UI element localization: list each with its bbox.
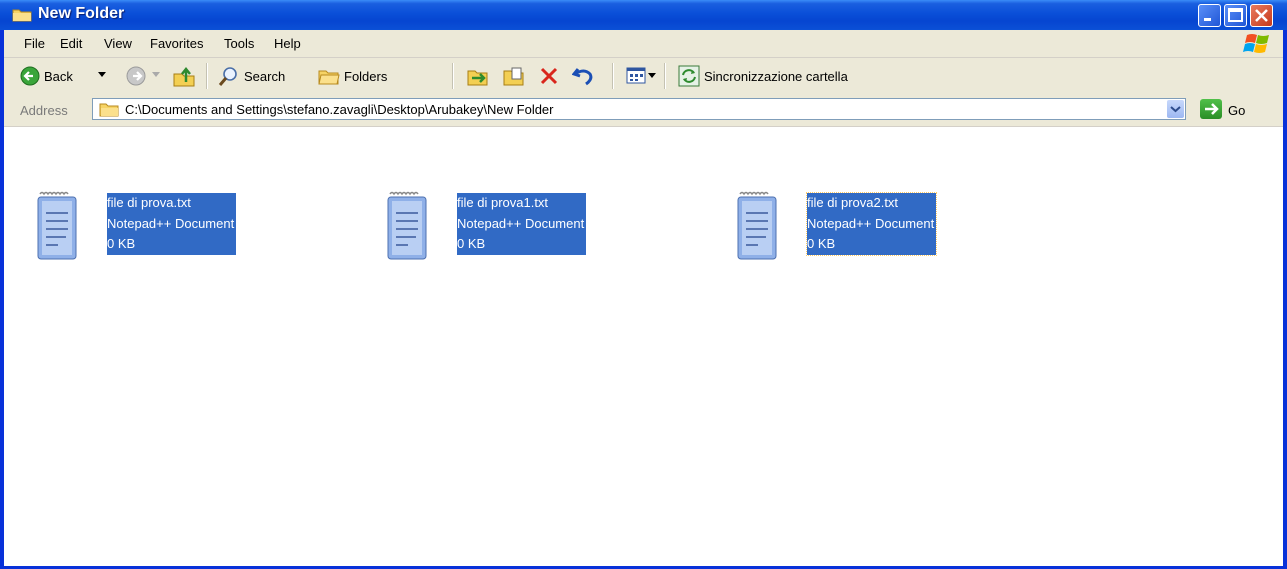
up-folder-icon[interactable] xyxy=(172,64,196,88)
toolbar: Back Search Folders Sincronizzazione car… xyxy=(4,58,1283,95)
sync-folder-icon[interactable] xyxy=(678,65,700,87)
go-arrow-icon xyxy=(1205,103,1219,115)
go-label[interactable]: Go xyxy=(1228,103,1245,118)
window-title: New Folder xyxy=(38,5,125,22)
undo-icon[interactable] xyxy=(572,65,594,87)
menu-file[interactable]: File xyxy=(24,36,45,51)
copy-to-icon[interactable] xyxy=(502,65,526,87)
views-icon[interactable] xyxy=(626,67,646,85)
chevron-down-icon xyxy=(1170,106,1181,113)
file-type: Notepad++ Document xyxy=(807,215,935,231)
folders-icon[interactable] xyxy=(318,67,340,85)
file-label[interactable]: file di prova1.txt Notepad++ Document 0 … xyxy=(457,193,587,255)
menu-help[interactable]: Help xyxy=(274,36,301,51)
file-size: 0 KB xyxy=(107,236,136,251)
explorer-window: New Folder File Edit View Favorites Tool… xyxy=(0,0,1287,569)
close-icon xyxy=(1255,9,1268,22)
file-label[interactable]: file di prova2.txt Notepad++ Document 0 … xyxy=(805,192,938,256)
menu-view[interactable]: View xyxy=(104,36,132,51)
windows-logo-icon xyxy=(1243,34,1269,53)
file-name: file di prova2.txt xyxy=(807,195,899,210)
minimize-button[interactable] xyxy=(1198,4,1221,27)
address-path[interactable]: C:\Documents and Settings\stefano.zavagl… xyxy=(125,102,554,117)
toolbar-separator xyxy=(206,63,208,89)
toolbar-separator xyxy=(452,63,454,89)
folders-button[interactable]: Folders xyxy=(344,69,387,84)
file-size: 0 KB xyxy=(807,236,836,251)
file-type: Notepad++ Document xyxy=(107,215,235,231)
search-button[interactable]: Search xyxy=(244,69,285,84)
forward-arrow-icon[interactable] xyxy=(126,66,146,86)
back-arrow-icon[interactable] xyxy=(20,66,40,86)
menu-bar: File Edit View Favorites Tools Help xyxy=(4,30,1283,58)
forward-dropdown-icon[interactable] xyxy=(152,72,160,78)
address-label: Address xyxy=(20,103,68,118)
address-bar: Address C:\Documents and Settings\stefan… xyxy=(4,94,1283,127)
menu-favorites[interactable]: Favorites xyxy=(150,36,203,51)
file-size: 0 KB xyxy=(457,236,486,251)
toolbar-separator xyxy=(664,63,666,89)
file-list-pane[interactable]: file di prova.txt Notepad++ Document 0 K… xyxy=(4,127,1283,566)
menu-edit[interactable]: Edit xyxy=(60,36,82,51)
back-button[interactable]: Back xyxy=(44,69,73,84)
folder-icon xyxy=(99,103,119,117)
notepad-document-icon xyxy=(737,191,777,260)
minimize-icon xyxy=(1204,18,1211,21)
notepad-document-icon xyxy=(387,191,427,260)
file-type: Notepad++ Document xyxy=(457,215,585,231)
maximize-button[interactable] xyxy=(1224,4,1247,27)
file-item[interactable]: file di prova.txt Notepad++ Document 0 K… xyxy=(36,191,296,261)
toolbar-separator xyxy=(612,63,614,89)
menu-tools[interactable]: Tools xyxy=(224,36,254,51)
back-dropdown-icon[interactable] xyxy=(98,72,106,78)
notepad-document-icon xyxy=(37,191,77,260)
address-dropdown-button[interactable] xyxy=(1167,100,1184,118)
go-button[interactable] xyxy=(1200,99,1222,119)
file-item[interactable]: file di prova1.txt Notepad++ Document 0 … xyxy=(386,191,646,261)
file-item[interactable]: file di prova2.txt Notepad++ Document 0 … xyxy=(736,191,996,261)
maximize-icon xyxy=(1228,8,1243,22)
close-button[interactable] xyxy=(1250,4,1273,27)
delete-icon[interactable] xyxy=(540,67,558,85)
sync-button[interactable]: Sincronizzazione cartella xyxy=(704,69,848,84)
search-icon[interactable] xyxy=(218,66,240,88)
file-name: file di prova.txt xyxy=(107,195,191,210)
address-input[interactable]: C:\Documents and Settings\stefano.zavagl… xyxy=(92,98,1186,120)
move-to-icon[interactable] xyxy=(466,65,490,87)
views-dropdown-icon[interactable] xyxy=(648,73,656,79)
file-name: file di prova1.txt xyxy=(457,195,549,210)
title-bar[interactable]: New Folder xyxy=(0,0,1287,30)
file-label[interactable]: file di prova.txt Notepad++ Document 0 K… xyxy=(107,193,237,255)
folder-icon xyxy=(12,9,32,22)
